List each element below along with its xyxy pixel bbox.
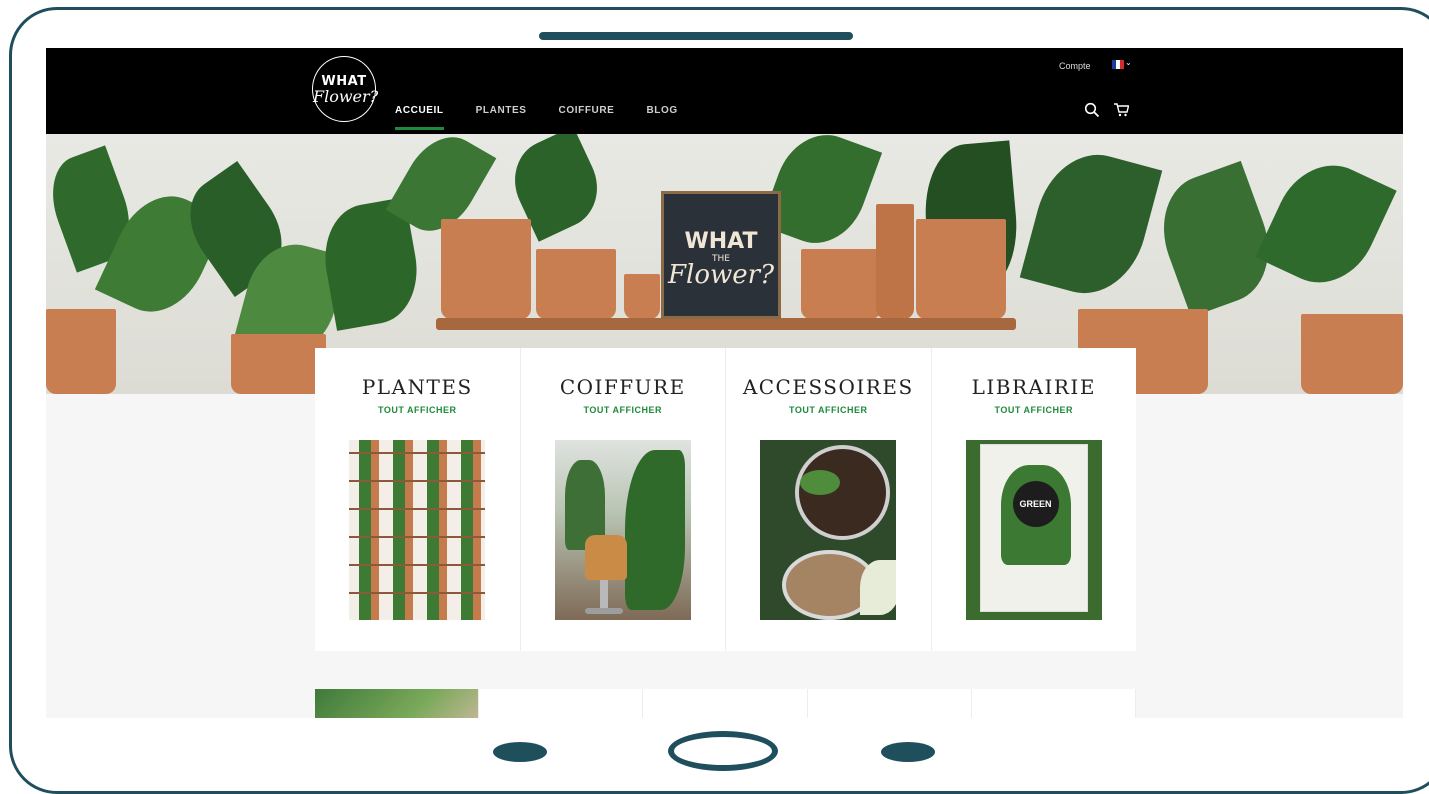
recent-apps-button[interactable] [881,742,935,762]
menu-item-plantes[interactable]: PLANTES [476,105,527,130]
category-card-coiffure[interactable]: COIFFURE TOUT AFFICHER [521,348,726,651]
featured-thumbnail[interactable] [315,689,479,718]
salon-chair-photo[interactable] [554,440,691,620]
chevron-down-icon[interactable]: ⌄ [1125,58,1132,67]
category-title: PLANTES [361,375,473,399]
site-logo[interactable]: WHAT Flower? [312,56,379,122]
view-all-link[interactable]: TOUT AFFICHER [521,405,726,415]
book-cover-photo[interactable]: GREEN [965,440,1102,620]
featured-slot [643,689,808,718]
store-sign: WHAT THE Flower? [661,191,781,319]
main-menu: ACCUEIL PLANTES COIFFURE BLOG [395,105,678,130]
featured-row [315,689,1136,718]
browser-screen: WHAT Flower? ACCUEIL PLANTES COIFFURE BL… [46,48,1403,718]
logo-script: Flower? [313,87,379,106]
view-all-link[interactable]: TOUT AFFICHER [932,405,1137,415]
wooden-shelf [436,318,1016,330]
cart-icon[interactable] [1113,102,1129,118]
site-header: WHAT Flower? ACCUEIL PLANTES COIFFURE BL… [46,48,1403,134]
view-all-link[interactable]: TOUT AFFICHER [726,405,931,415]
category-grid: PLANTES TOUT AFFICHER COIFFURE TOUT AFFI… [315,348,1136,651]
featured-slot [479,689,644,718]
menu-item-accueil[interactable]: ACCUEIL [395,105,444,130]
plant-wall-photo[interactable] [349,440,485,620]
repotting-photo[interactable] [760,440,896,620]
fr-flag-icon[interactable] [1112,60,1124,69]
view-all-link[interactable]: TOUT AFFICHER [315,405,520,415]
category-title: ACCESSOIRES [742,375,914,399]
search-icon[interactable] [1084,102,1100,118]
category-card-plantes[interactable]: PLANTES TOUT AFFICHER [315,348,521,651]
category-title: COIFFURE [559,375,686,399]
category-title: LIBRAIRIE [971,375,1096,399]
tablet-speaker [539,32,853,40]
book-cover-title: GREEN [1012,481,1059,527]
home-button[interactable] [668,731,778,771]
back-button[interactable] [493,742,547,762]
account-link[interactable]: Compte [1059,61,1091,71]
featured-slot [972,689,1136,718]
category-card-librairie[interactable]: LIBRAIRIE TOUT AFFICHER GREEN [932,348,1137,651]
menu-item-blog[interactable]: BLOG [646,105,677,130]
featured-slot [808,689,972,718]
menu-item-coiffure[interactable]: COIFFURE [559,105,615,130]
category-card-accessoires[interactable]: ACCESSOIRES TOUT AFFICHER [726,348,932,651]
